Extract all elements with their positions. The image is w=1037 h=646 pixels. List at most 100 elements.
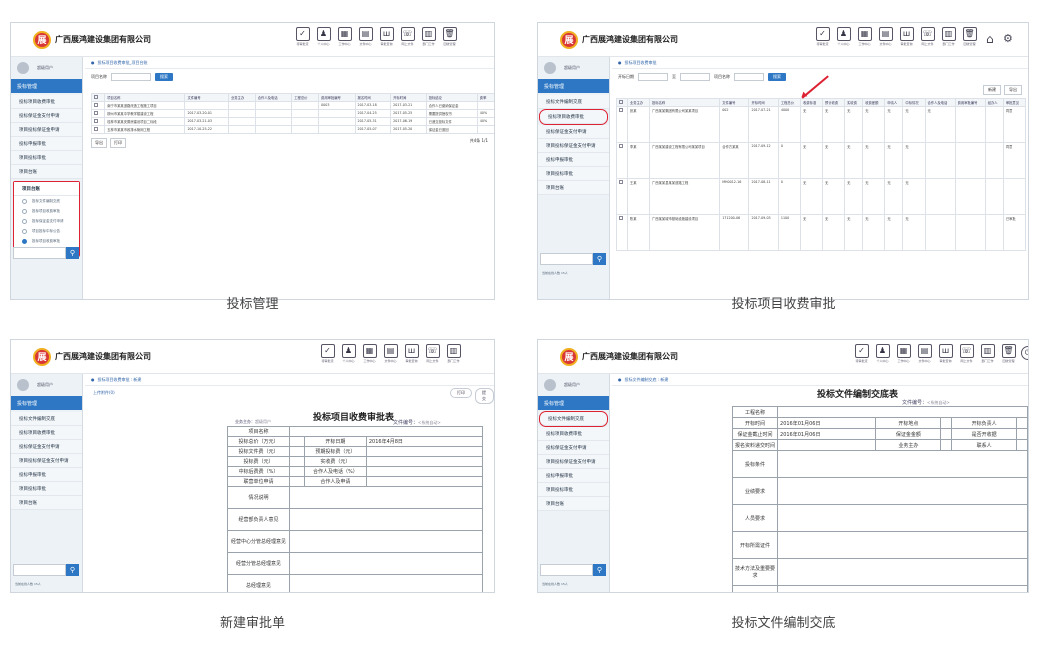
submenu-item[interactable]: 项目投标中标公告: [14, 226, 79, 236]
column-header[interactable]: 工程总价: [291, 93, 320, 102]
sidebar-item[interactable]: 投标保证金支付申请: [11, 109, 82, 123]
nav-header-bid-management[interactable]: 投标管理: [11, 396, 82, 410]
form-field[interactable]: [289, 476, 305, 487]
search-icon[interactable]: ⚲: [66, 247, 79, 259]
toolbar-item[interactable]: ш 审批查询: [378, 27, 395, 46]
table-row[interactable]: 柳州市某某中学教学楼建设工程 2017-03-20-01 2017-04-25 201…: [90, 109, 494, 118]
column-header[interactable]: 报名时间: [354, 93, 392, 102]
calendar-icon[interactable]: ▥: [421, 27, 436, 41]
submenu-item[interactable]: 投标项目收费审批: [14, 236, 79, 246]
new-button[interactable]: 新建: [983, 85, 1001, 95]
column-header[interactable]: 费率: [476, 93, 494, 102]
document-icon[interactable]: ▤: [917, 344, 932, 358]
toolbar-item[interactable]: ▥ 部门工作: [420, 27, 437, 46]
search-button[interactable]: 搜索: [768, 73, 786, 81]
column-header[interactable]: 实收费: [844, 98, 864, 107]
toolbar-item[interactable]: ☏ 网上文件: [919, 27, 936, 46]
row-checkbox[interactable]: [90, 109, 106, 118]
row-checkbox[interactable]: [90, 101, 106, 110]
calendar-icon[interactable]: ▥: [941, 27, 956, 41]
form-field[interactable]: [1016, 417, 1028, 429]
form-field[interactable]: [289, 426, 483, 437]
task-icon[interactable]: ✓: [815, 27, 830, 41]
form-field[interactable]: [777, 439, 877, 451]
sidebar-item[interactable]: 项目投标保证金支付申请: [538, 139, 609, 153]
table-row[interactable]: 陈某 广西某某城市基础设施建设项目 171200-06 2017-09-03 1100 无…: [616, 214, 1027, 251]
project-name-input[interactable]: [111, 73, 151, 81]
form-field[interactable]: [289, 436, 305, 447]
column-header[interactable]: 费用审批编号: [318, 93, 356, 102]
row-checkbox[interactable]: [616, 214, 628, 251]
sidebar-item[interactable]: 项目投标保证金支付申请: [538, 455, 609, 469]
column-header[interactable]: 申请人: [884, 98, 904, 107]
column-header[interactable]: 文件编号: [719, 98, 750, 107]
toolbar-item[interactable]: ш 审批查询: [937, 344, 954, 363]
toolbar-item[interactable]: ✓ 待审批流: [294, 27, 311, 46]
column-header[interactable]: 业务主办: [227, 93, 256, 102]
contacts-icon[interactable]: ☏: [959, 344, 974, 358]
sidebar-item[interactable]: 投标申报审批: [11, 137, 82, 151]
form-field[interactable]: [289, 530, 483, 553]
building-icon[interactable]: ▦: [896, 344, 911, 358]
submit-button[interactable]: 提交: [475, 388, 494, 404]
sidebar-item[interactable]: 投标项目收费审批: [11, 426, 82, 440]
sidebar-item[interactable]: 项目台账: [538, 497, 609, 511]
form-field[interactable]: [940, 428, 953, 440]
user-info[interactable]: 超级用户: [538, 374, 609, 396]
column-header[interactable]: 中标情况: [902, 98, 926, 107]
building-icon[interactable]: ▦: [857, 27, 872, 41]
section-field[interactable]: [777, 585, 1028, 592]
toolbar-item[interactable]: ш 审批查询: [898, 27, 915, 46]
column-header[interactable]: 审批意见: [1002, 98, 1027, 107]
person-icon[interactable]: ♟: [875, 344, 890, 358]
column-header[interactable]: 投标名称: [649, 98, 721, 107]
sidebar-item[interactable]: 投标申报审批: [538, 153, 609, 167]
section-field[interactable]: [777, 504, 1028, 532]
toolbar-item[interactable]: ☏ 网上文件: [424, 344, 441, 363]
toolbar-item[interactable]: 🗑 回收管理: [961, 27, 978, 46]
form-field[interactable]: 2016年4月8日: [365, 436, 484, 447]
toolbar-item[interactable]: ☏ 网上文件: [958, 344, 975, 363]
sidebar-item[interactable]: 项目投标审批: [11, 151, 82, 165]
row-checkbox[interactable]: [616, 178, 628, 215]
column-header[interactable]: 收费标准: [799, 98, 824, 107]
toolbar-item[interactable]: ▦ 工作中心: [856, 27, 873, 46]
sidebar-item[interactable]: 项目投标审批: [11, 482, 82, 496]
sidebar-item[interactable]: 项目投标保证金支付申请: [11, 454, 82, 468]
attachment-label[interactable]: 上传附件(0): [93, 390, 115, 396]
contacts-icon[interactable]: ☏: [425, 344, 440, 358]
form-field[interactable]: [1016, 428, 1028, 440]
nav-header-bid-management[interactable]: 投标管理: [538, 396, 609, 410]
user-info[interactable]: 超级用户: [538, 57, 609, 79]
person-icon[interactable]: ♟: [836, 27, 851, 41]
column-header[interactable]: 经办人: [984, 98, 1004, 107]
column-header[interactable]: 业务主办: [626, 98, 651, 107]
nav-header-bid-management[interactable]: 投标管理: [11, 79, 82, 93]
form-field[interactable]: [289, 486, 483, 509]
toolbar-item[interactable]: ▦ 工作中心: [361, 344, 378, 363]
end-date-input[interactable]: [680, 73, 710, 81]
section-field[interactable]: [777, 477, 1028, 505]
column-header[interactable]: 合作人及电话: [924, 98, 956, 107]
sidebar-item[interactable]: 投标文件编制交底: [538, 95, 609, 109]
column-header[interactable]: 开标时间: [748, 98, 779, 107]
toolbar-item[interactable]: ш 审批查询: [403, 344, 420, 363]
form-field[interactable]: [289, 456, 305, 467]
column-header[interactable]: 开标时间: [390, 93, 427, 102]
form-field[interactable]: [365, 456, 484, 467]
form-field[interactable]: 2016年01月06日: [777, 417, 877, 429]
section-field[interactable]: [777, 531, 1028, 559]
document-icon[interactable]: ▤: [383, 344, 398, 358]
sidebar-item[interactable]: 项目投标保证金申请: [11, 123, 82, 137]
form-field[interactable]: [365, 476, 484, 487]
chart-icon[interactable]: ш: [379, 27, 394, 41]
start-date-input[interactable]: [638, 73, 668, 81]
project-name-input[interactable]: [734, 73, 764, 81]
building-icon[interactable]: ▦: [337, 27, 352, 41]
toolbar-item[interactable]: ▤ 文件中心: [916, 344, 933, 363]
sidebar-item[interactable]: 投标保证金支付申请: [538, 441, 609, 455]
toolbar-item[interactable]: ▤ 文件中心: [877, 27, 894, 46]
nav-header-bid-management[interactable]: 投标管理: [538, 79, 609, 93]
row-checkbox[interactable]: [90, 117, 106, 126]
column-header[interactable]: 工程总价: [777, 98, 801, 107]
